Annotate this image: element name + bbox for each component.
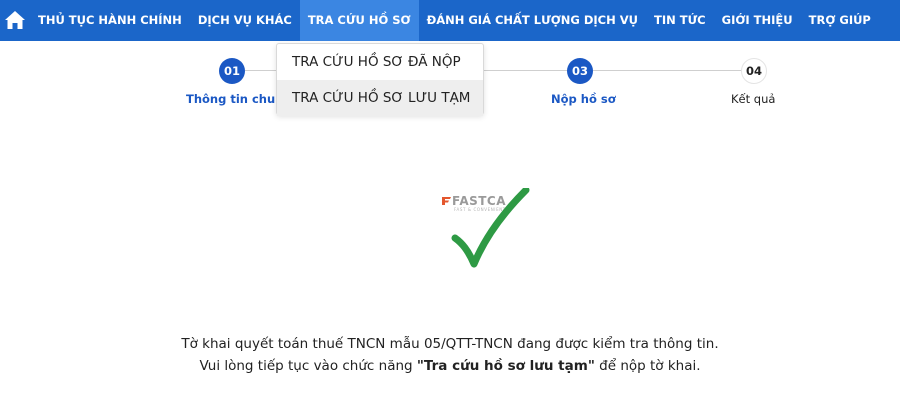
step-04-circle: 04 (741, 58, 767, 84)
nav-item-dich-vu-khac[interactable]: DỊCH VỤ KHÁC (190, 0, 300, 41)
nav-item-gioi-thieu[interactable]: GIỚI THIỆU (714, 0, 801, 41)
step-01-circle: 01 (219, 58, 245, 84)
step-04-label: Kết quả (731, 92, 776, 106)
menu-item-ho-so-da-nop[interactable]: TRA CỨU HỒ SƠ ĐÃ NỘP (277, 44, 483, 80)
nav-item-tin-tuc[interactable]: TIN TỨC (646, 0, 714, 41)
nav-menu: THỦ TỤC HÀNH CHÍNH DỊCH VỤ KHÁC TRA CỨU … (30, 0, 879, 41)
home-icon[interactable] (4, 10, 26, 30)
checkmark-icon (451, 188, 530, 268)
step-connector (593, 70, 741, 71)
nav-item-thu-tuc-hanh-chinh[interactable]: THỦ TỤC HÀNH CHÍNH (30, 0, 190, 41)
top-navbar: THỦ TỤC HÀNH CHÍNH DỊCH VỤ KHÁC TRA CỨU … (0, 0, 900, 41)
status-message-line-1: Tờ khai quyết toán thuế TNCN mẫu 05/QTT-… (181, 336, 719, 352)
message-prefix: Vui lòng tiếp tục vào chức năng (199, 358, 417, 374)
step-03-label: Nộp hồ sơ (551, 92, 616, 106)
menu-item-ho-so-luu-tam[interactable]: TRA CỨU HỒ SƠ LƯU TẠM (277, 80, 483, 116)
step-03-circle: 03 (567, 58, 593, 84)
message-function-name: "Tra cứu hồ sơ lưu tạm" (416, 358, 595, 374)
tra-cuu-dropdown-menu: TRA CỨU HỒ SƠ ĐÃ NỘP TRA CỨU HỒ SƠ LƯU T… (276, 43, 484, 116)
nav-item-danh-gia-chat-luong[interactable]: ĐÁNH GIÁ CHẤT LƯỢNG DỊCH VỤ (419, 0, 646, 41)
status-message-line-2: Vui lòng tiếp tục vào chức năng "Tra cứu… (0, 358, 900, 374)
message-suffix: để nộp tờ khai. (594, 358, 701, 374)
nav-item-tra-cuu-ho-so[interactable]: TRA CỨU HỒ SƠ (299, 0, 419, 41)
nav-item-tro-giup[interactable]: TRỢ GIÚP (801, 0, 879, 41)
